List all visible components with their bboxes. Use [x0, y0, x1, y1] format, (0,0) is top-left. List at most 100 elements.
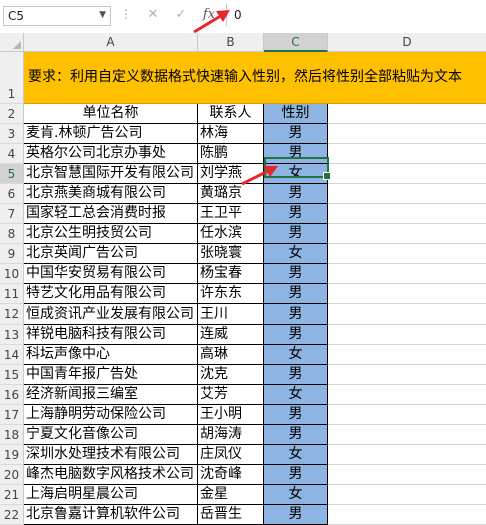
gender-cell[interactable]: 女	[264, 244, 328, 264]
row-header[interactable]: 17	[0, 405, 24, 425]
row-header[interactable]: 6	[0, 184, 24, 204]
gender-cell[interactable]: 男	[264, 465, 328, 485]
gender-cell[interactable]: 男	[264, 144, 328, 164]
row-header[interactable]: 13	[0, 325, 24, 345]
contact-cell[interactable]: 连威	[198, 325, 264, 345]
gender-cell[interactable]: 男	[264, 224, 328, 244]
unit-name-cell[interactable]: 中国青年报广告处	[24, 365, 198, 385]
row-header[interactable]: 7	[0, 204, 24, 224]
empty-cell[interactable]	[328, 244, 486, 264]
unit-name-cell[interactable]: 北京英闻广告公司	[24, 244, 198, 264]
gender-cell[interactable]: 男	[264, 264, 328, 284]
formula-input[interactable]: 0	[228, 6, 484, 26]
contact-cell[interactable]: 胡海涛	[198, 425, 264, 445]
unit-name-cell[interactable]: 北京公生明技贸公司	[24, 224, 198, 244]
header-contact-cell[interactable]: 联系人	[198, 104, 264, 124]
contact-cell[interactable]: 庄凤仪	[198, 445, 264, 465]
unit-name-cell[interactable]: 北京鲁嘉计算机软件公司	[24, 505, 198, 525]
empty-cell[interactable]	[328, 224, 486, 244]
contact-cell[interactable]: 高琳	[198, 345, 264, 365]
row-header[interactable]: 16	[0, 385, 24, 405]
row-header[interactable]: 21	[0, 485, 24, 505]
gender-cell[interactable]: 男	[264, 184, 328, 204]
chevron-down-icon[interactable]: ▼	[99, 10, 106, 20]
empty-cell[interactable]	[328, 465, 486, 485]
gender-cell[interactable]: 女	[264, 345, 328, 365]
enter-icon[interactable]: ✓	[170, 5, 192, 25]
unit-name-cell[interactable]: 恒成资讯产业发展有限公司	[24, 304, 198, 325]
header-gender-cell[interactable]: 性别	[264, 104, 328, 124]
empty-cell[interactable]	[328, 204, 486, 224]
name-box[interactable]: C5 ▼	[3, 6, 111, 26]
gender-cell[interactable]: 男	[264, 124, 328, 144]
cancel-icon[interactable]: ✕	[142, 5, 164, 25]
empty-cell[interactable]	[328, 184, 486, 204]
empty-cell[interactable]	[328, 304, 486, 325]
row-header[interactable]: 2	[0, 104, 24, 124]
contact-cell[interactable]: 王卫平	[198, 204, 264, 224]
column-header-c[interactable]: C	[264, 33, 328, 52]
gender-cell[interactable]: 男	[264, 204, 328, 224]
contact-cell[interactable]: 王小明	[198, 405, 264, 425]
unit-name-cell[interactable]: 经济新闻报三编室	[24, 385, 198, 405]
gender-cell[interactable]: 女	[264, 385, 328, 405]
gender-cell[interactable]: 男	[264, 304, 328, 325]
row-header[interactable]: 9	[0, 244, 24, 264]
row-header[interactable]: 3	[0, 124, 24, 144]
empty-cell[interactable]	[328, 144, 486, 164]
row-header[interactable]: 14	[0, 345, 24, 365]
contact-cell[interactable]: 杨宝春	[198, 264, 264, 284]
gender-cell[interactable]: 男	[264, 365, 328, 385]
unit-name-cell[interactable]: 北京智慧国际开发有限公司	[24, 164, 198, 184]
row-header[interactable]: 11	[0, 284, 24, 304]
more-options-icon[interactable]: ⋮	[120, 7, 132, 21]
requirement-banner[interactable]: 要求：利用自定义数据格式快速输入性别，然后将性别全部粘贴为文本	[24, 52, 486, 104]
unit-name-cell[interactable]: 国家轻工总会消费时报	[24, 204, 198, 224]
spreadsheet-grid[interactable]: A B C D 1 要求：利用自定义数据格式快速输入性别，然后将性别全部粘贴为文…	[0, 33, 486, 525]
gender-cell[interactable]: 男	[264, 405, 328, 425]
empty-cell[interactable]	[328, 284, 486, 304]
row-header[interactable]: 18	[0, 425, 24, 445]
column-header-b[interactable]: B	[198, 33, 264, 52]
empty-cell[interactable]	[328, 365, 486, 385]
unit-name-cell[interactable]: 北京燕美商城有限公司	[24, 184, 198, 204]
unit-name-cell[interactable]: 宁夏文化音像公司	[24, 425, 198, 445]
empty-cell[interactable]	[328, 385, 486, 405]
contact-cell[interactable]: 艾芳	[198, 385, 264, 405]
unit-name-cell[interactable]: 深圳水处理技术有限公司	[24, 445, 198, 465]
row-header[interactable]: 22	[0, 505, 24, 525]
contact-cell[interactable]: 王川	[198, 304, 264, 325]
unit-name-cell[interactable]: 峰杰电脑数字风格技术公司	[24, 465, 198, 485]
gender-cell[interactable]: 男	[264, 325, 328, 345]
contact-cell[interactable]: 金星	[198, 485, 264, 505]
gender-cell[interactable]: 女	[264, 485, 328, 505]
empty-cell[interactable]	[328, 124, 486, 144]
insert-function-icon[interactable]: fx	[198, 5, 220, 25]
contact-cell[interactable]: 沈克	[198, 365, 264, 385]
unit-name-cell[interactable]: 上海启明星晨公司	[24, 485, 198, 505]
contact-cell[interactable]: 刘学燕	[198, 164, 264, 184]
column-header-a[interactable]: A	[24, 33, 198, 52]
contact-cell[interactable]: 任水滨	[198, 224, 264, 244]
gender-cell[interactable]: 男	[264, 284, 328, 304]
row-header[interactable]: 20	[0, 465, 24, 485]
contact-cell[interactable]: 许东东	[198, 284, 264, 304]
empty-cell[interactable]	[328, 264, 486, 284]
contact-cell[interactable]: 陈鹏	[198, 144, 264, 164]
select-all-button[interactable]	[0, 33, 24, 52]
row-header[interactable]: 10	[0, 264, 24, 284]
unit-name-cell[interactable]: 祥锐电脑科技有限公司	[24, 325, 198, 345]
unit-name-cell[interactable]: 中国华安贸易有限公司	[24, 264, 198, 284]
row-header-1[interactable]: 1	[0, 52, 24, 104]
empty-cell[interactable]	[328, 164, 486, 184]
empty-cell[interactable]	[328, 505, 486, 525]
row-header[interactable]: 8	[0, 224, 24, 244]
empty-cell[interactable]	[328, 445, 486, 465]
unit-name-cell[interactable]: 英格尔公司北京办事处	[24, 144, 198, 164]
contact-cell[interactable]: 张晓寰	[198, 244, 264, 264]
row-header[interactable]: 19	[0, 445, 24, 465]
row-header[interactable]: 15	[0, 365, 24, 385]
empty-cell[interactable]	[328, 425, 486, 445]
row-header[interactable]: 12	[0, 304, 24, 325]
empty-cell[interactable]	[328, 325, 486, 345]
